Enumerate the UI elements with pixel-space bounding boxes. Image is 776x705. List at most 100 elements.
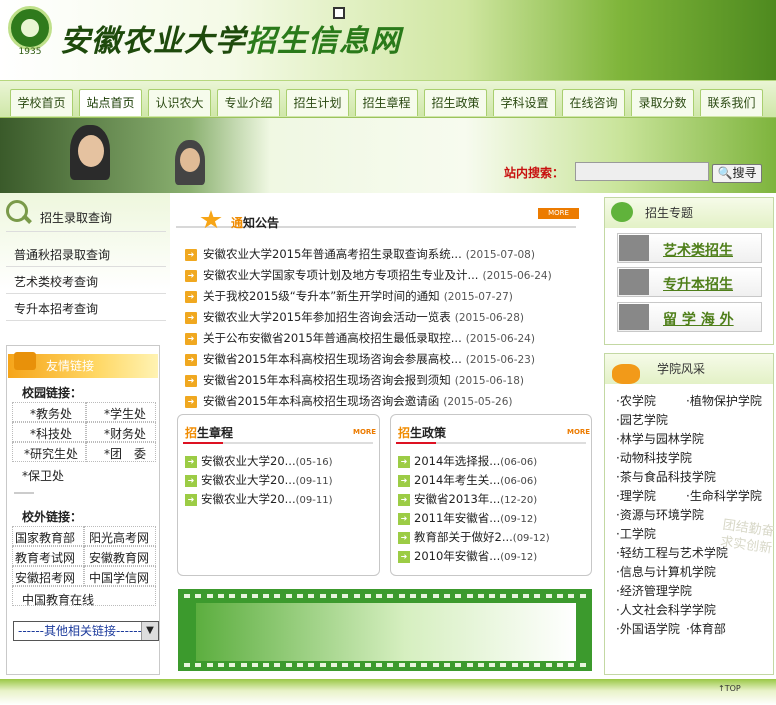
special-upgrade-button[interactable]: 专升本招生 bbox=[617, 267, 762, 297]
notice-item[interactable]: ➜ 安徽省2015年本科高校招生现场咨询会报到须知 (2015-06-18) bbox=[185, 370, 585, 390]
back-to-top-button[interactable]: ↑TOP bbox=[718, 684, 741, 693]
other-links-select[interactable]: ------其他相关链接------ bbox=[13, 621, 159, 641]
school-links-label: 校园链接： bbox=[22, 386, 83, 400]
policy-item[interactable]: ➜ 安徽省2013年...(12-20) bbox=[398, 491, 537, 507]
link-graduate[interactable]: *研究生处 bbox=[24, 445, 78, 462]
query-item-art[interactable]: 艺术类校考查询 bbox=[14, 273, 98, 290]
film-perforation bbox=[240, 594, 247, 598]
film-perforation bbox=[410, 663, 416, 667]
notice-more-button[interactable]: MORE bbox=[538, 208, 579, 219]
notice-item[interactable]: ➜ 安徽省2015年本科高校招生现场咨询会邀请函 (2015-05-26) bbox=[185, 391, 585, 411]
notice-item[interactable]: ➜ 安徽农业大学2015年参加招生咨询会活动一览表 (2015-06-28) bbox=[185, 307, 585, 327]
policy-more-button[interactable]: MORE bbox=[567, 428, 590, 436]
charter-more-button[interactable]: MORE bbox=[353, 428, 376, 436]
fruit-icon bbox=[612, 364, 640, 384]
notice-date: (2015-06-18) bbox=[454, 375, 524, 387]
link-security[interactable]: *保卫处 bbox=[22, 467, 64, 484]
link-academic-affairs[interactable]: *教务处 bbox=[30, 405, 72, 422]
college-life-science[interactable]: ·生命科学学院 bbox=[686, 487, 762, 504]
link-youth-league[interactable]: *团 委 bbox=[104, 445, 146, 462]
link-student-affairs[interactable]: *学生处 bbox=[104, 405, 146, 422]
policy-item[interactable]: ➜ 2014年考生关...(06-06) bbox=[398, 472, 537, 488]
tab-charter[interactable]: 招生章程 bbox=[355, 89, 418, 116]
college-pe[interactable]: ·体育部 bbox=[686, 620, 726, 637]
university-logo[interactable] bbox=[8, 6, 52, 50]
charter-item[interactable]: ➜ 安徽农业大学20...(09-11) bbox=[185, 491, 332, 507]
chevron-down-icon[interactable]: ▼ bbox=[141, 622, 158, 640]
link-research[interactable]: *科技处 bbox=[30, 425, 72, 442]
college-science[interactable]: ·理学院 bbox=[616, 487, 656, 504]
special-abroad-button[interactable]: 留 学 海 外 bbox=[617, 302, 762, 332]
notice-text: 安徽省2015年本科高校招生现场咨询会参展高校... bbox=[203, 352, 462, 366]
tab-disciplines[interactable]: 学科设置 bbox=[493, 89, 556, 116]
search-button-label: 搜寻 bbox=[732, 166, 757, 180]
link-finance[interactable]: *财务处 bbox=[104, 425, 146, 442]
policy-item[interactable]: ➜ 教育部关于做好2...(09-12) bbox=[398, 529, 550, 545]
query-item-regular[interactable]: 普通秋招录取查询 bbox=[14, 246, 110, 263]
policy-item[interactable]: ➜ 2014年选择报...(06-06) bbox=[398, 453, 537, 469]
policy-item[interactable]: ➜ 2010年安徽省...(09-12) bbox=[398, 548, 537, 564]
tab-site-home[interactable]: 站点首页 bbox=[79, 89, 142, 116]
tab-school-home[interactable]: 学校首页 bbox=[10, 89, 73, 116]
link-exam[interactable]: 教育考试网 bbox=[15, 549, 75, 566]
policy-date: (06-06) bbox=[500, 476, 538, 487]
charter-item[interactable]: ➜ 安徽农业大学20...(05-16) bbox=[185, 453, 332, 469]
college-humanities[interactable]: ·人文社会科学学院 bbox=[616, 601, 716, 618]
film-perforation bbox=[432, 663, 439, 667]
link-ah-zk[interactable]: 安徽招考网 bbox=[15, 569, 75, 586]
notice-item[interactable]: ➜ 关于我校2015级“专升本”新生开学时间的通知 (2015-07-27) bbox=[185, 286, 585, 306]
divider bbox=[6, 266, 166, 267]
film-perforation bbox=[455, 594, 462, 598]
college-animal[interactable]: ·动物科技学院 bbox=[616, 449, 692, 466]
charter-item[interactable]: ➜ 安徽农业大学20...(09-11) bbox=[185, 472, 332, 488]
policy-text: 2011年安徽省... bbox=[414, 511, 501, 525]
film-perforation bbox=[477, 594, 484, 598]
query-item-upgrade[interactable]: 专升本招考查询 bbox=[14, 300, 98, 317]
tab-contact[interactable]: 联系我们 bbox=[700, 89, 763, 116]
special-art-button[interactable]: 艺术类招生 bbox=[617, 233, 762, 263]
tab-scores[interactable]: 录取分数 bbox=[631, 89, 694, 116]
college-resources[interactable]: ·资源与环境学院 bbox=[616, 506, 704, 523]
college-forestry[interactable]: ·林学与园林学院 bbox=[616, 430, 704, 447]
college-plant-protection[interactable]: ·植物保护学院 bbox=[686, 392, 762, 409]
link-chsi[interactable]: 中国学信网 bbox=[89, 569, 149, 586]
link-moe[interactable]: 国家教育部 bbox=[15, 529, 75, 546]
film-perforation bbox=[500, 663, 507, 667]
tab-plan[interactable]: 招生计划 bbox=[286, 89, 349, 116]
tab-consult[interactable]: 在线咨询 bbox=[562, 89, 625, 116]
arrow-icon: ➜ bbox=[398, 550, 410, 563]
search-button[interactable]: 🔍搜寻 bbox=[712, 164, 762, 183]
college-agronomy[interactable]: ·农学院 bbox=[616, 392, 656, 409]
college-economics[interactable]: ·经济管理学院 bbox=[616, 582, 692, 599]
charter-title-rest: 生章程 bbox=[197, 426, 234, 440]
policy-item[interactable]: ➜ 2011年安徽省...(09-12) bbox=[398, 510, 537, 526]
college-computer[interactable]: ·信息与计算机学院 bbox=[616, 563, 716, 580]
notice-item[interactable]: ➜ 关于公布安徽省2015年普通高校招生最低录取控... (2015-06-24) bbox=[185, 328, 585, 348]
link-eol[interactable]: 中国教育在线 bbox=[22, 591, 94, 608]
logo-year: 1935 bbox=[18, 47, 42, 57]
notice-item[interactable]: ➜ 安徽省2015年本科高校招生现场咨询会参展高校... (2015-06-23) bbox=[185, 349, 585, 369]
notice-item[interactable]: ➜ 安徽农业大学国家专项计划及地方专项招生专业及计... (2015-06-24) bbox=[185, 265, 585, 285]
notice-item[interactable]: ➜ 安徽农业大学2015年普通高考招生录取查询系统... (2015-07-08) bbox=[185, 244, 585, 264]
arrow-icon: ➜ bbox=[398, 493, 410, 506]
tab-about[interactable]: 认识农大 bbox=[148, 89, 211, 116]
notice-date: (2015-06-24) bbox=[465, 333, 535, 345]
film-perforation bbox=[319, 663, 326, 667]
site-title[interactable]: 安徽农业大学招生信息网 bbox=[60, 16, 401, 60]
tab-policy[interactable]: 招生政策 bbox=[424, 89, 487, 116]
small-square-icon bbox=[333, 7, 345, 19]
tab-majors[interactable]: 专业介绍 bbox=[217, 89, 280, 116]
charter-text: 安徽农业大学20... bbox=[201, 473, 296, 487]
student-face-2 bbox=[180, 148, 200, 172]
film-perforation bbox=[195, 594, 202, 598]
college-languages[interactable]: ·外国语学院 bbox=[616, 620, 680, 637]
college-engineering[interactable]: ·工学院 bbox=[616, 525, 656, 542]
link-gaokao[interactable]: 阳光高考网 bbox=[89, 529, 149, 546]
college-horticulture[interactable]: ·园艺学院 bbox=[616, 411, 668, 428]
link-ah-edu[interactable]: 安徽教育网 bbox=[89, 549, 149, 566]
search-input[interactable] bbox=[575, 162, 709, 181]
college-tea-food[interactable]: ·茶与食品科技学院 bbox=[616, 468, 716, 485]
university-name: 安徽农业大学 bbox=[60, 24, 246, 59]
college-textile-art[interactable]: ·轻纺工程与艺术学院 bbox=[616, 544, 728, 561]
divider bbox=[183, 442, 373, 444]
